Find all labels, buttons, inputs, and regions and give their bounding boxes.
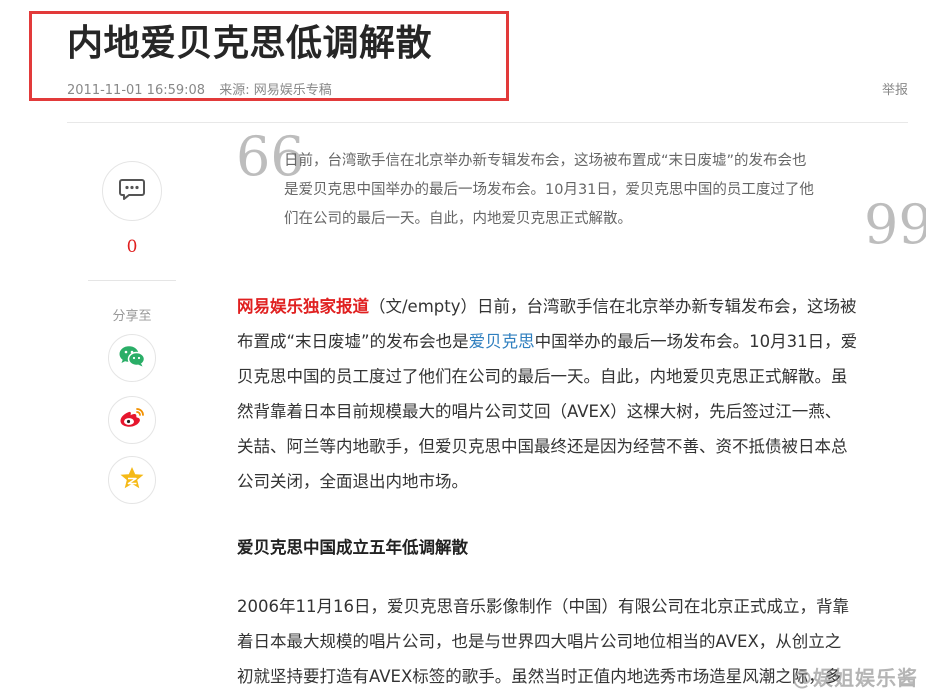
share-weibo-button[interactable]	[108, 396, 156, 444]
comment-bubble-icon	[119, 178, 145, 204]
article-datetime: 2011-11-01 16:59:08	[67, 83, 206, 98]
paragraph-line: 着日本最大规模的唱片公司，也是与世界四大唱片公司地位相当的AVEX，从创立之	[237, 632, 842, 651]
paragraph-text: 中国举办的最后一场发布会。10月31日，爱	[534, 332, 858, 351]
article-summary: 日前，台湾歌手信在北京举办新专辑发布会，这场被布置成“末日废墟”的发布会也 是爱…	[284, 147, 874, 234]
share-qzone-button[interactable]	[108, 456, 156, 504]
paragraph-text: 布置成“末日废墟”的发布会也是	[237, 332, 469, 351]
report-link[interactable]: 举报	[882, 79, 908, 98]
share-wechat-button[interactable]	[108, 334, 156, 382]
sidebar-divider	[88, 280, 176, 281]
section-heading: 爱贝克思中国成立五年低调解散	[237, 538, 468, 557]
summary-line: 日前，台湾歌手信在北京举办新专辑发布会，这场被布置成“末日废墟”的发布会也	[284, 153, 807, 169]
share-label: 分享至	[112, 309, 152, 324]
wechat-icon	[118, 344, 146, 372]
header-divider	[67, 122, 908, 123]
paragraph-line: 2006年11月16日，爱贝克思音乐影像制作（中国）有限公司在北京正式成立，背靠	[237, 597, 849, 616]
brand-exclusive-tag[interactable]: 网易娱乐独家报道	[237, 297, 369, 316]
qzone-star-icon	[119, 466, 145, 494]
article-source[interactable]: 来源: 网易娱乐专稿	[219, 83, 332, 98]
paragraph-text: （文/empty）日前，台湾歌手信在北京举办新专辑发布会，这场被	[369, 297, 857, 316]
weibo-icon	[118, 406, 146, 434]
paragraph-line: 贝克思中国的员工度过了他们在公司的最后一天。自此，内地爱贝克思正式解散。虽	[237, 367, 848, 386]
article-title: 内地爱贝克思低调解散	[67, 23, 433, 64]
article-meta: 2011-11-01 16:59:08 来源: 网易娱乐专稿	[67, 79, 332, 98]
paragraph-line: 关喆、阿兰等内地歌手，但爱贝克思中国最终还是因为经营不善、资不抵债被日本总	[237, 437, 848, 456]
comment-button[interactable]	[102, 161, 162, 221]
summary-line: 是爱贝克思中国举办的最后一场发布会。10月31日，爱贝克思中国的员工度过了他	[284, 182, 814, 198]
paragraph-line: 然背靠着日本目前规模最大的唱片公司艾回（AVEX）这棵大树，先后签过江一燕、	[237, 402, 842, 421]
paragraph-line: 公司关闭，全面退出内地市场。	[237, 472, 468, 491]
quote-close-icon: 99	[864, 193, 926, 256]
comment-count[interactable]: 0	[102, 237, 162, 257]
paragraph-line: 网易娱乐独家报道（文/empty）日前，台湾歌手信在北京举办新专辑发布会，这场被	[237, 289, 917, 324]
summary-line: 们在公司的最后一天。自此，内地爱贝克思正式解散。	[284, 211, 632, 227]
watermark: @娱姐娱乐酱	[792, 666, 918, 690]
avex-link[interactable]: 爱贝克思	[469, 332, 535, 351]
paragraph-line: 布置成“末日废墟”的发布会也是爱贝克思中国举办的最后一场发布会。10月31日，爱	[237, 324, 917, 359]
article-paragraph-1: 网易娱乐独家报道（文/empty）日前，台湾歌手信在北京举办新专辑发布会，这场被…	[237, 289, 917, 499]
